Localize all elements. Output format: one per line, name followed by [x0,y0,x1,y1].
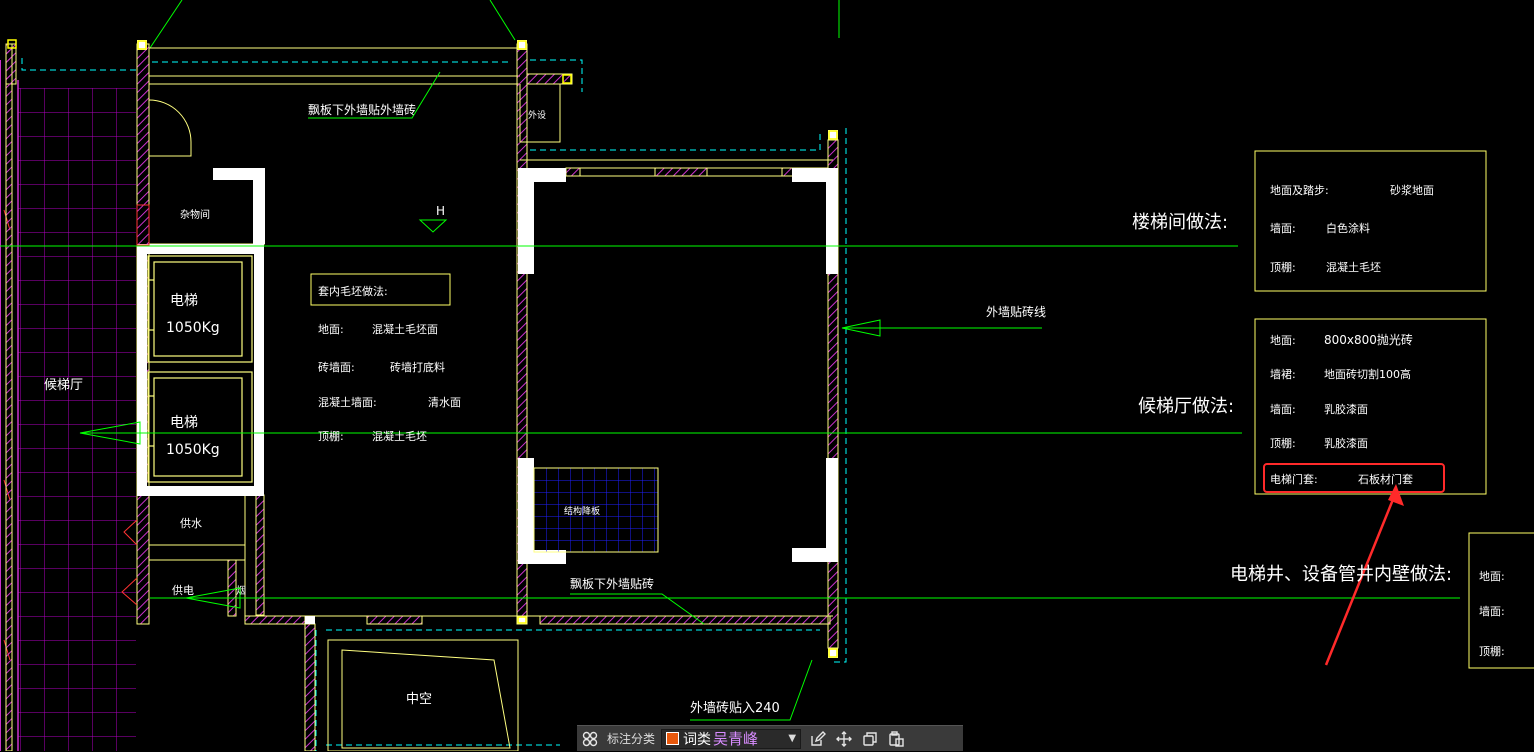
canopy-bottom-note: 飘板下外墙贴砖 [570,576,654,591]
svg-text:地面:: 地面: [1479,570,1505,583]
shaft-notes-box: 地面: 墙面: 顶棚: [1468,532,1534,669]
paste-icon[interactable] [883,726,909,752]
svg-text:乳胶漆面: 乳胶漆面 [1324,436,1368,450]
void-label: 中空 [406,692,432,707]
storage-label: 杂物间 [180,208,210,221]
svg-text:砖墙面:: 砖墙面: [318,360,355,374]
lowered-slab-label: 结构降板 [564,505,600,517]
category-name: 词类 [683,731,712,748]
stair-notes-title: 楼梯间做法: [1132,212,1228,233]
lobby-label: 候梯厅 [44,378,83,393]
annotation-category-label: 标注分类 [607,732,656,746]
elevator-2-name: 电梯 [170,415,198,431]
svg-text:顶棚:: 顶棚: [318,429,344,443]
svg-text:混凝土墙面:: 混凝土墙面: [318,395,377,409]
exterior-tile-line-note: 外墙贴砖线 [986,304,1046,319]
svg-text:乳胶漆面: 乳胶漆面 [1324,402,1368,416]
elevator-marker-triangle [418,219,448,233]
annotation-toolbar: 标注分类 词类 吴青峰 ▼ [577,725,963,751]
lobby-floor-grid [0,60,136,751]
svg-text:地面:: 地面: [318,323,344,336]
svg-text:砂浆地面: 砂浆地面 [1390,183,1434,197]
copy-icon[interactable] [857,726,883,752]
svg-text:顶棚:: 顶棚: [1479,644,1505,658]
room-finish-notes: 套内毛坯做法: 地面: 混凝土毛坯面 砖墙面: 砖墙打底料 混凝土墙面: 清水面… [310,273,461,443]
svg-text:混凝土毛坯面: 混凝土毛坯面 [372,322,438,336]
water-label: 供水 [180,516,202,530]
lobby-notes-title: 候梯厅做法: [1138,396,1234,417]
elevator-marker-label: H [436,204,445,218]
svg-text:混凝土毛坯: 混凝土毛坯 [1326,260,1381,274]
category-color-swatch [666,732,680,745]
elevator-1-capacity: 1050Kg [166,320,220,336]
svg-text:墙面:: 墙面: [1479,604,1505,618]
svg-text:顶棚:: 顶棚: [1270,260,1296,274]
stair-notes-box: 地面及踏步: 砂浆地面 墙面: 白色涂料 顶棚: 混凝土毛坯 [1254,150,1487,292]
svg-text:地面砖切割100高: 地面砖切割100高 [1324,367,1411,381]
svg-text:地面及踏步:: 地面及踏步: [1270,183,1329,197]
svg-text:石板材门套: 石板材门套 [1358,472,1413,486]
elevator-2-capacity: 1050Kg [166,442,220,458]
svg-text:白色涂料: 白色涂料 [1326,221,1370,235]
move-icon[interactable] [831,726,857,752]
power-label: 供电 [172,583,194,597]
cad-drawing-canvas[interactable]: 电梯 1050Kg 电梯 1050Kg 结构降板 中空 杂物间 供水 供电 烟 … [0,0,1534,751]
category-user: 吴青峰 [713,730,759,748]
annotation-category-icon[interactable] [577,726,603,752]
equipment-label: 外设 [528,109,546,121]
svg-text:800x800抛光砖: 800x800抛光砖 [1324,332,1413,347]
svg-text:顶棚:: 顶棚: [1270,436,1296,450]
room-notes-title: 套内毛坯做法: [318,284,388,298]
svg-text:地面:: 地面: [1270,334,1296,347]
svg-text:墙面:: 墙面: [1270,221,1296,235]
edit-icon[interactable] [805,726,831,752]
elevator-1-name: 电梯 [170,293,198,309]
canopy-top-note: 飘板下外墙贴外墙砖 [308,102,416,117]
top-green-lines [149,0,840,49]
svg-text:墙面:: 墙面: [1270,402,1296,416]
svg-text:砖墙打底料: 砖墙打底料 [390,360,445,374]
chevron-down-icon: ▼ [788,733,797,744]
svg-text:混凝土毛坯: 混凝土毛坯 [372,429,427,443]
svg-text:电梯门套:: 电梯门套: [1270,472,1318,486]
lobby-notes-box: 地面: 800x800抛光砖 墙裙: 地面砖切割100高 墙面: 乳胶漆面 顶棚… [1254,318,1487,495]
shaft-label: 烟 [236,584,246,597]
svg-text:墙裙:: 墙裙: [1270,367,1296,381]
svg-text:清水面: 清水面 [428,396,461,409]
annotation-category-select[interactable]: 词类 吴青峰 ▼ [661,728,802,749]
shaft-notes-title: 电梯井、设备管井内壁做法: [1230,564,1452,585]
exterior-tile-in-note: 外墙砖贴入240 [690,701,780,716]
